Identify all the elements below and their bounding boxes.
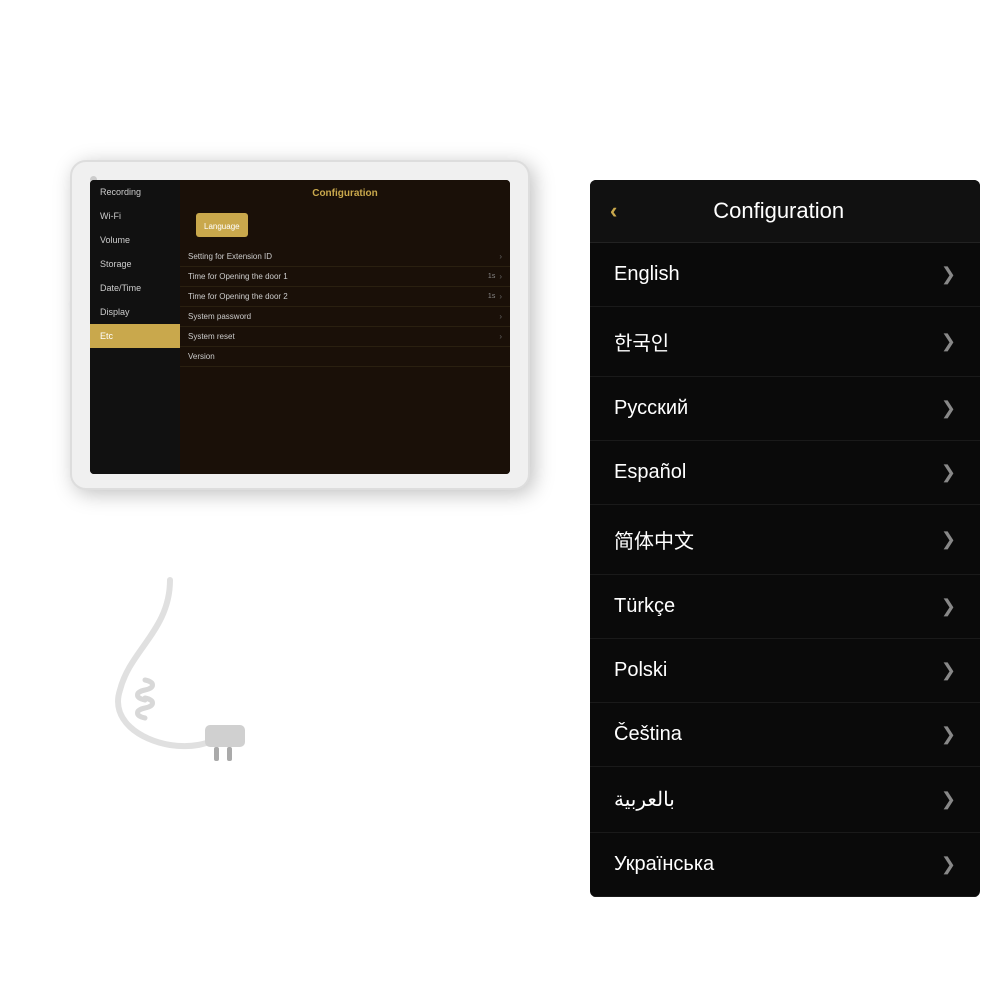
lang-item-ukrainian[interactable]: Українська ❯ <box>590 833 980 897</box>
lang-name-korean: 한국인 <box>614 327 669 356</box>
row-door1: Time for Opening the door 1 1s › <box>180 267 510 287</box>
chevron-russian: ❯ <box>941 398 956 419</box>
sidebar-etc: Etc <box>90 324 180 348</box>
sidebar-display: Display <box>90 300 180 324</box>
lang-name-russian: Русский <box>614 397 688 420</box>
lang-name-english: English <box>614 263 680 286</box>
language-highlight: Language <box>196 213 248 237</box>
power-cable <box>90 570 290 770</box>
chevron-polish: ❯ <box>941 660 956 681</box>
chevron-turkish: ❯ <box>941 596 956 617</box>
lang-name-arabic: بالعربية <box>614 787 675 812</box>
lang-item-russian[interactable]: Русский ❯ <box>590 377 980 441</box>
row-extension-id: Setting for Extension ID › <box>180 247 510 267</box>
sidebar-wifi: Wi-Fi <box>90 204 180 228</box>
row-door2: Time for Opening the door 2 1s › <box>180 287 510 307</box>
tablet-device: Recording Wi-Fi Volume Storage Date/Time… <box>30 100 600 850</box>
lang-item-turkish[interactable]: Türkçe ❯ <box>590 575 980 639</box>
lang-name-czech: Čeština <box>614 723 682 746</box>
chevron-ukrainian: ❯ <box>941 854 956 875</box>
chevron-arabic: ❯ <box>941 789 956 810</box>
lang-item-czech[interactable]: Čeština ❯ <box>590 703 980 767</box>
lang-name-polish: Polski <box>614 659 667 682</box>
tablet-body: Recording Wi-Fi Volume Storage Date/Time… <box>70 160 530 490</box>
lang-item-spanish[interactable]: Español ❯ <box>590 441 980 505</box>
row-version: Version <box>180 347 510 367</box>
chevron-czech: ❯ <box>941 724 956 745</box>
lang-name-ukrainian: Українська <box>614 853 714 876</box>
row-reset: System reset › <box>180 327 510 347</box>
lang-item-chinese[interactable]: 简体中文 ❯ <box>590 505 980 575</box>
lang-panel-header: ‹ Configuration <box>590 180 980 243</box>
chevron-korean: ❯ <box>941 331 956 352</box>
lang-item-english[interactable]: English ❯ <box>590 243 980 307</box>
language-panel: ‹ Configuration English ❯ 한국인 ❯ Русский … <box>590 180 980 897</box>
lang-name-turkish: Türkçe <box>614 595 675 618</box>
chevron-spanish: ❯ <box>941 462 956 483</box>
lang-name-chinese: 简体中文 <box>614 525 694 554</box>
screen-sidebar: Recording Wi-Fi Volume Storage Date/Time… <box>90 180 180 474</box>
sidebar-datetime: Date/Time <box>90 276 180 300</box>
chevron-english: ❯ <box>941 264 956 285</box>
sidebar-recording: Recording <box>90 180 180 204</box>
screen-config-title: Configuration <box>180 180 510 205</box>
lang-panel-title: Configuration <box>637 198 920 224</box>
back-button[interactable]: ‹ <box>610 198 617 224</box>
lang-item-polish[interactable]: Polski ❯ <box>590 639 980 703</box>
sidebar-storage: Storage <box>90 252 180 276</box>
lang-item-korean[interactable]: 한국인 ❯ <box>590 307 980 377</box>
sidebar-volume: Volume <box>90 228 180 252</box>
tablet-screen: Recording Wi-Fi Volume Storage Date/Time… <box>90 180 510 474</box>
chevron-chinese: ❯ <box>941 529 956 550</box>
lang-name-spanish: Español <box>614 461 686 484</box>
lang-item-arabic[interactable]: بالعربية ❯ <box>590 767 980 833</box>
row-password: System password › <box>180 307 510 327</box>
screen-main-content: Configuration Language Setting for Exten… <box>180 180 510 474</box>
